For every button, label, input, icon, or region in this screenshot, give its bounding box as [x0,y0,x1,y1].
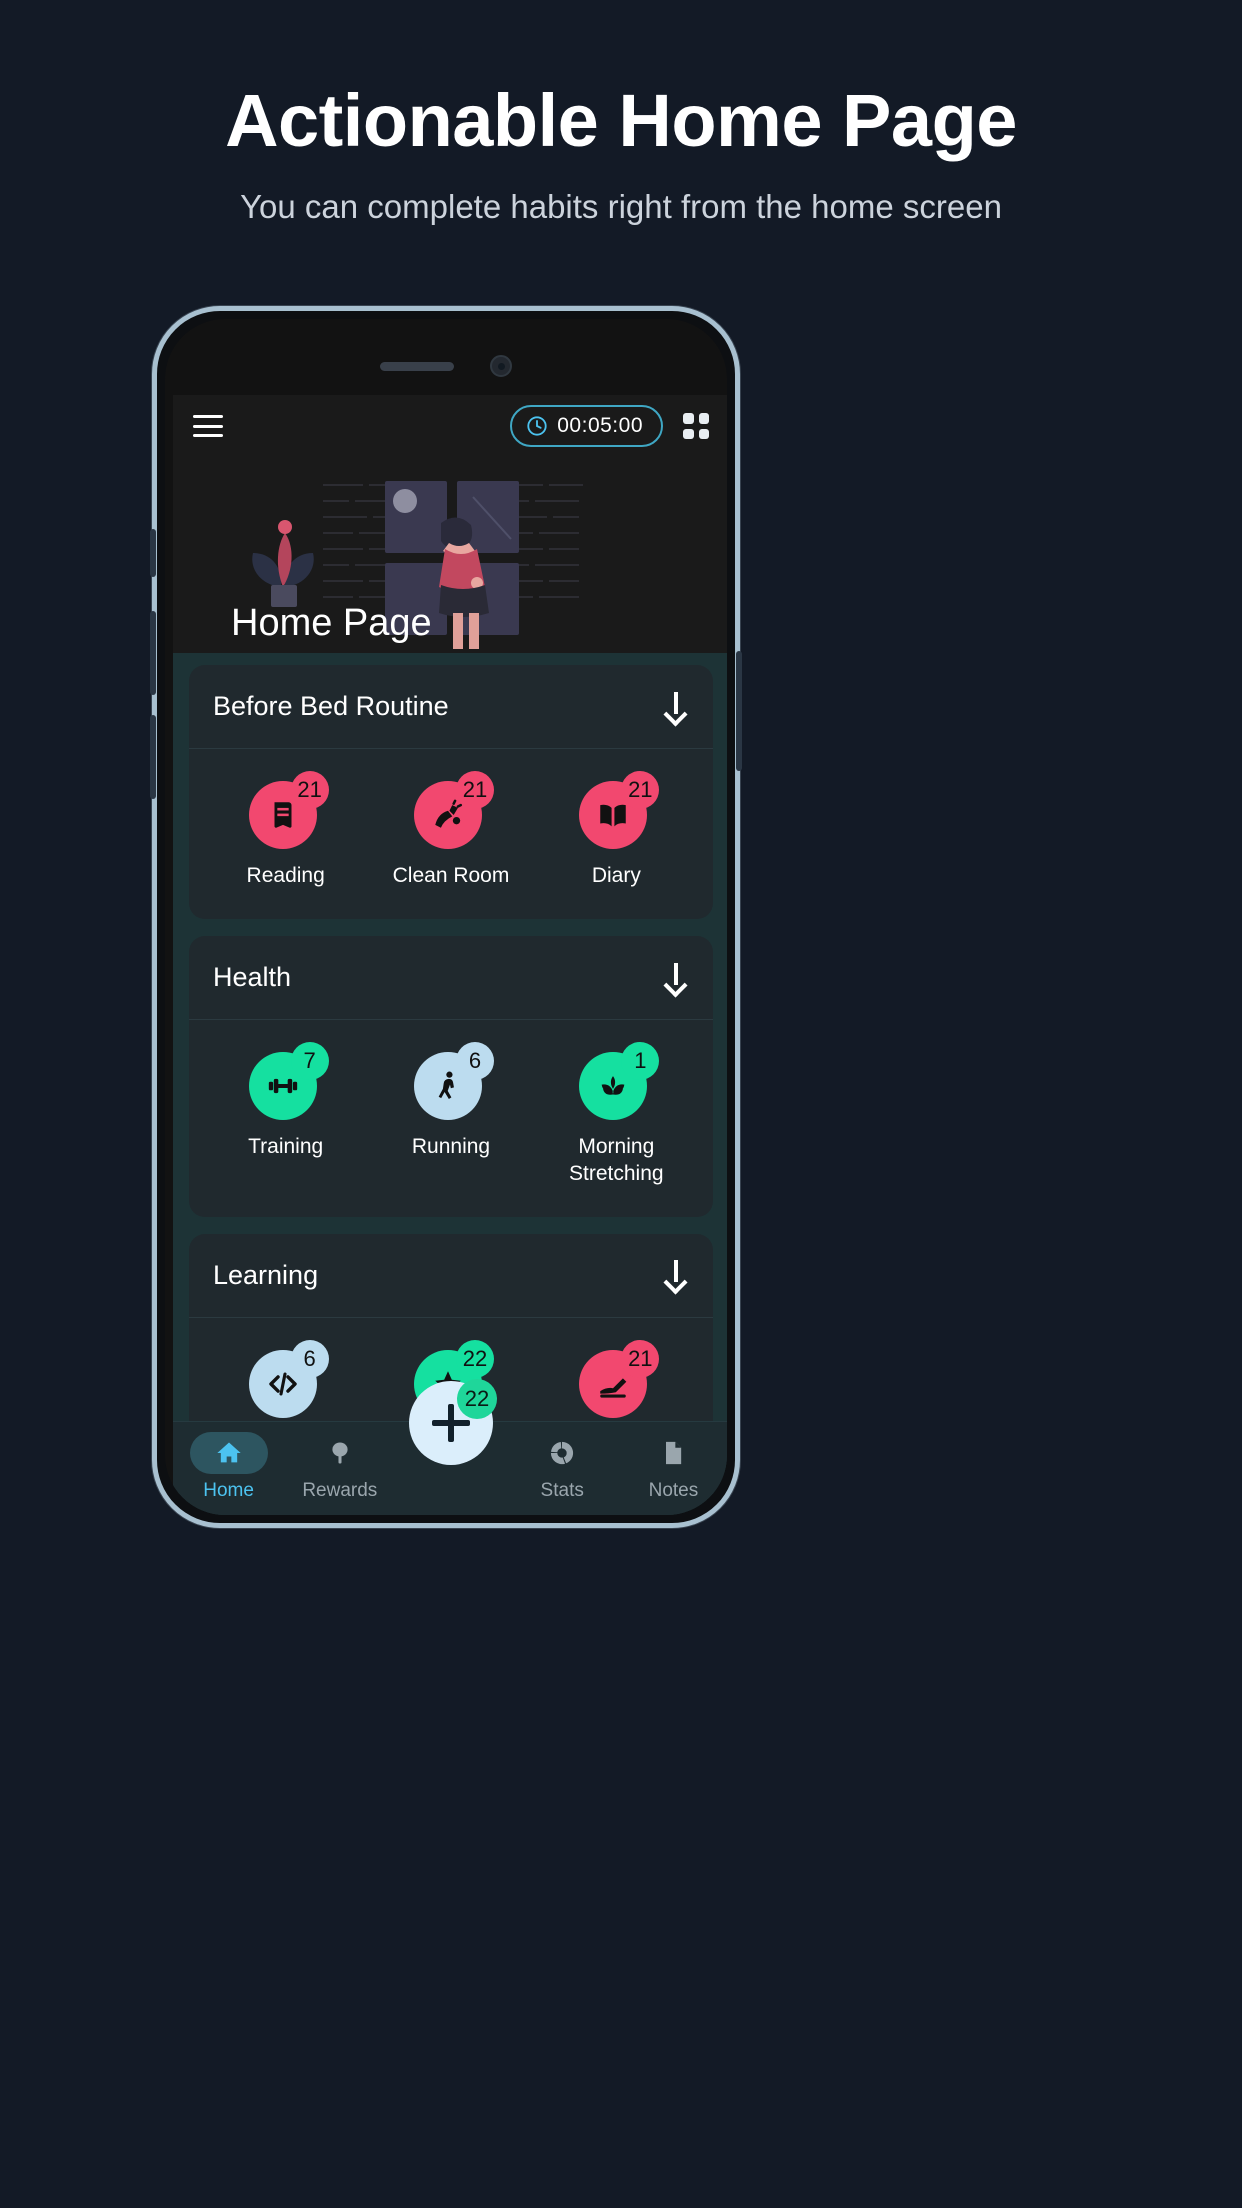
habit-count-badge: 6 [455,1042,494,1081]
habit-label: Running [411,1135,491,1159]
clock-icon [527,416,547,436]
nav-label: Stats [540,1480,584,1501]
habit-item-training[interactable]: 7 Training [203,1042,368,1187]
phone-button-volume-up [150,611,156,695]
nav-pill-rewards [301,1432,379,1474]
arrow-down-icon[interactable] [663,1260,689,1290]
walking-person-icon [438,1071,454,1100]
page-title: Actionable Home Page [225,79,1017,162]
habit-item-diary[interactable]: 21 Diary [534,771,699,889]
app-screen: 00:05:00 Home Page Before Bed Routine 21… [173,395,727,1515]
habit-item-reading[interactable]: 21 Reading [203,771,368,889]
habit-label: Morning Stretching [569,1135,664,1185]
nav-label: Notes [648,1480,699,1501]
nav-label: Rewards [302,1480,378,1501]
section-title: Learning [213,1259,319,1290]
phone-button-silent [150,529,156,577]
habit-item-learning-3[interactable]: 21 [534,1339,699,1432]
habit-count-badge: 6 [290,1339,329,1378]
habit-count-badge: 21 [290,771,329,809]
section-title: Health [213,962,292,993]
habit-count-badge: 7 [290,1042,329,1081]
habit-section-card: Health 7 Training 6 Running 1 Morning St… [189,936,713,1217]
open-book-icon [600,804,627,827]
phone-notch [165,343,727,389]
habit-label: Clean Room [392,864,510,887]
habit-item-running[interactable]: 6 Running [368,1042,533,1187]
habit-count-badge: 1 [621,1042,660,1081]
habit-item-coding[interactable]: 6 [203,1339,368,1432]
habit-bubble[interactable]: 7 [248,1042,329,1121]
habit-section-card: Before Bed Routine 21 Reading 21 Clean R… [189,665,713,920]
habit-item-clean-room[interactable]: 21 Clean Room [368,771,533,889]
arrow-down-icon[interactable] [663,962,689,993]
nav-item-rewards[interactable]: Rewards [284,1432,395,1502]
book-icon [274,802,292,828]
habit-bubble[interactable]: 21 [579,771,660,849]
habit-row: 7 Training 6 Running 1 Morning Stretchin… [189,1020,713,1217]
habit-bubble[interactable]: 6 [248,1339,329,1418]
nav-item-notes[interactable]: Notes [618,1432,727,1502]
nav-pill-home [189,1432,268,1474]
earpiece-speaker [380,361,454,371]
broom-icon [435,799,463,828]
habit-bubble[interactable]: 1 [579,1042,660,1121]
habit-count-badge: 21 [621,771,660,809]
section-title: Before Bed Routine [213,691,449,721]
timer-value: 00:05:00 [557,414,643,437]
habit-count-badge: 21 [621,1339,660,1378]
timer-chip[interactable]: 00:05:00 [510,405,663,447]
tree-icon [332,1442,348,1464]
code-icon [268,1372,297,1396]
add-habit-fab[interactable]: 22 [409,1379,497,1465]
hero-banner: Home Page [173,457,727,653]
habit-row: 21 Reading 21 Clean Room 21 Diary [189,749,713,919]
nav-pill-notes [634,1432,712,1474]
habit-item-morning-stretching[interactable]: 1 Morning Stretching [534,1042,699,1187]
section-header[interactable]: Learning [189,1234,713,1318]
habit-count-badge: 21 [455,771,494,809]
arrow-down-icon[interactable] [663,691,689,722]
phone-screen-area: 00:05:00 Home Page Before Bed Routine 21… [165,319,727,1515]
lotus-icon [601,1076,625,1095]
hamburger-menu-icon[interactable] [193,415,223,437]
nav-item-home[interactable]: Home [173,1432,284,1502]
hero-title: Home Page [231,602,432,644]
document-icon [666,1441,682,1465]
dumbbell-icon [268,1079,297,1094]
app-toolbar: 00:05:00 [173,395,727,457]
phone-button-volume-down [150,715,156,799]
habit-sections-list[interactable]: Before Bed Routine 21 Reading 21 Clean R… [173,653,727,1515]
promo-page: Actionable Home Page You can complete ha… [0,0,1242,2208]
habit-label: Reading [246,864,325,887]
section-header[interactable]: Before Bed Routine [189,665,713,749]
habit-count-badge: 22 [455,1339,494,1378]
habit-label: Training [248,1135,324,1159]
section-header[interactable]: Health [189,936,713,1021]
donut-chart-icon [551,1441,574,1465]
fab-count-badge: 22 [457,1379,497,1419]
habit-bubble[interactable]: 21 [413,771,494,849]
habit-label: Diary [591,864,641,887]
habit-bubble[interactable]: 6 [413,1042,494,1121]
page-subtitle: You can complete habits right from the h… [240,188,1002,225]
grid-view-icon[interactable] [683,413,709,439]
nav-item-stats[interactable]: Stats [507,1432,618,1502]
nav-label: Home [203,1480,254,1501]
nav-pill-stats [523,1432,601,1474]
front-camera-icon [490,355,512,377]
phone-button-power [736,651,742,771]
habit-bubble[interactable]: 21 [248,771,329,849]
home-icon [216,1442,241,1463]
phone-mockup: 00:05:00 Home Page Before Bed Routine 21… [150,306,742,1528]
habit-bubble[interactable]: 21 [579,1339,660,1418]
